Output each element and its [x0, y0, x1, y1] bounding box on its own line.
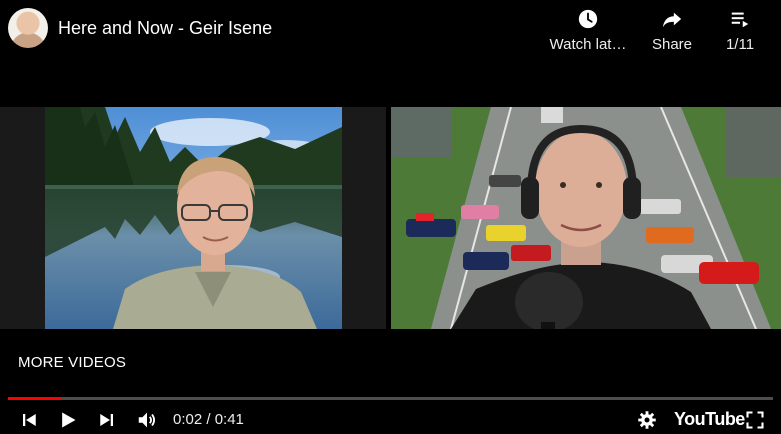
more-videos-button[interactable]: MORE VIDEOS	[18, 354, 126, 371]
video-feed-right	[391, 107, 781, 329]
channel-avatar[interactable]	[8, 8, 48, 48]
progress-bar[interactable]	[8, 397, 773, 400]
time-display: 0:02 / 0:41	[173, 411, 244, 428]
top-bar: Here and Now - Geir Isene Watch lat… Sha…	[0, 0, 781, 62]
clock-icon	[578, 9, 598, 29]
skip-next-icon	[100, 414, 113, 426]
playlist-button[interactable]: 1/11	[716, 8, 764, 58]
progress-played	[8, 397, 62, 400]
volume-icon	[138, 412, 156, 428]
video-player[interactable]: Here and Now - Geir Isene Watch lat… Sha…	[0, 0, 781, 434]
playlist-position: 1/11	[725, 36, 755, 53]
video-title[interactable]: Here and Now - Geir Isene	[58, 18, 272, 39]
share-icon	[662, 12, 682, 28]
share-label: Share	[651, 36, 693, 53]
watch-later-button[interactable]: Watch lat…	[543, 8, 633, 58]
share-button[interactable]: Share	[642, 8, 702, 58]
fullscreen-icon	[746, 411, 764, 429]
play-icon	[62, 412, 76, 428]
video-feed-left	[0, 107, 386, 329]
lake-scene-image	[45, 107, 342, 329]
previous-button[interactable]	[16, 406, 42, 434]
watch-later-label: Watch lat…	[549, 36, 627, 53]
playlist-icon	[731, 12, 749, 28]
race-scene-image	[391, 107, 781, 329]
volume-button[interactable]	[133, 406, 161, 434]
youtube-logo[interactable]: YouTube	[674, 409, 745, 430]
skip-previous-icon	[23, 414, 36, 426]
fullscreen-button[interactable]	[742, 406, 768, 434]
gear-icon	[638, 411, 656, 429]
play-button[interactable]	[54, 406, 82, 434]
settings-button[interactable]	[634, 406, 660, 434]
next-button[interactable]	[94, 406, 120, 434]
